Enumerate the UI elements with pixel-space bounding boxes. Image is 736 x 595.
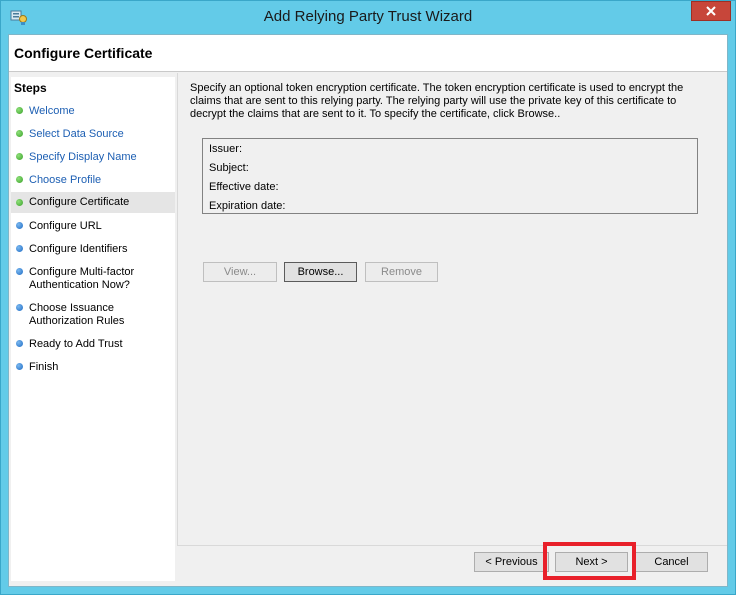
step-configure-url: Configure URL (11, 218, 175, 235)
step-finish: Finish (11, 359, 175, 376)
step-label: Configure URL (29, 220, 102, 232)
step-label: Configure Certificate (29, 196, 130, 208)
pending-step-icon (16, 304, 23, 311)
steps-pane: Steps Welcome Select Data Source Specify… (11, 77, 175, 581)
pending-step-icon (16, 222, 23, 229)
certificate-details-box: Issuer: Subject: Effective date: Expirat… (202, 138, 698, 214)
step-label: Select Data Source (29, 128, 124, 140)
step-choose-profile[interactable]: Choose Profile (11, 172, 175, 189)
pending-step-icon (16, 245, 23, 252)
wizard-client-area: Configure Certificate Steps Welcome Sele… (8, 34, 728, 587)
step-configure-certificate: Configure Certificate (11, 192, 175, 213)
step-select-data-source[interactable]: Select Data Source (11, 126, 175, 143)
step-choose-issuance-rules: Choose Issuance Authorization Rules (11, 300, 175, 330)
page-title: Configure Certificate (14, 45, 153, 61)
step-label: Ready to Add Trust (29, 338, 123, 350)
steps-heading: Steps (14, 81, 47, 95)
close-button[interactable] (691, 1, 731, 21)
next-button-highlight (543, 542, 636, 580)
instructions-text: Specify an optional token encryption cer… (190, 82, 684, 120)
effective-date-label: Effective date: (209, 181, 279, 193)
remove-button[interactable]: Remove (365, 262, 438, 282)
step-label: Finish (29, 361, 59, 373)
issuer-label: Issuer: (209, 143, 243, 155)
subject-label: Subject: (209, 162, 249, 174)
step-label: Choose Issuance Authorization Rules (29, 302, 125, 327)
step-specify-display-name[interactable]: Specify Display Name (11, 149, 175, 166)
pending-step-icon (16, 363, 23, 370)
previous-button[interactable]: < Previous (474, 552, 549, 572)
title-bar[interactable]: Add Relying Party Trust Wizard (1, 1, 735, 34)
pending-step-icon (16, 340, 23, 347)
footer-separator (177, 545, 727, 546)
completed-step-icon (16, 176, 23, 183)
step-label: Configure Identifiers (29, 243, 128, 255)
pending-step-icon (16, 268, 23, 275)
browse-button[interactable]: Browse... (284, 262, 357, 282)
step-ready-to-add-trust: Ready to Add Trust (11, 336, 175, 353)
expiration-date-label: Expiration date: (209, 200, 286, 212)
wizard-window: Add Relying Party Trust Wizard Configure… (0, 0, 736, 595)
step-label: Choose Profile (29, 174, 102, 186)
step-configure-mfa: Configure Multi-factor Authentication No… (11, 264, 175, 294)
page-header: Configure Certificate (9, 35, 727, 72)
cancel-button[interactable]: Cancel (635, 552, 708, 572)
step-welcome[interactable]: Welcome (11, 103, 175, 120)
current-step-icon (16, 199, 23, 206)
step-label: Specify Display Name (29, 151, 137, 163)
completed-step-icon (16, 153, 23, 160)
completed-step-icon (16, 130, 23, 137)
step-configure-identifiers: Configure Identifiers (11, 241, 175, 258)
view-button[interactable]: View... (203, 262, 277, 282)
close-icon (706, 6, 716, 16)
window-title: Add Relying Party Trust Wizard (263, 8, 473, 25)
step-label: Welcome (29, 105, 75, 117)
step-label: Configure Multi-factor Authentication No… (29, 266, 135, 291)
completed-step-icon (16, 107, 23, 114)
content-pane: Specify an optional token encryption cer… (177, 73, 727, 545)
